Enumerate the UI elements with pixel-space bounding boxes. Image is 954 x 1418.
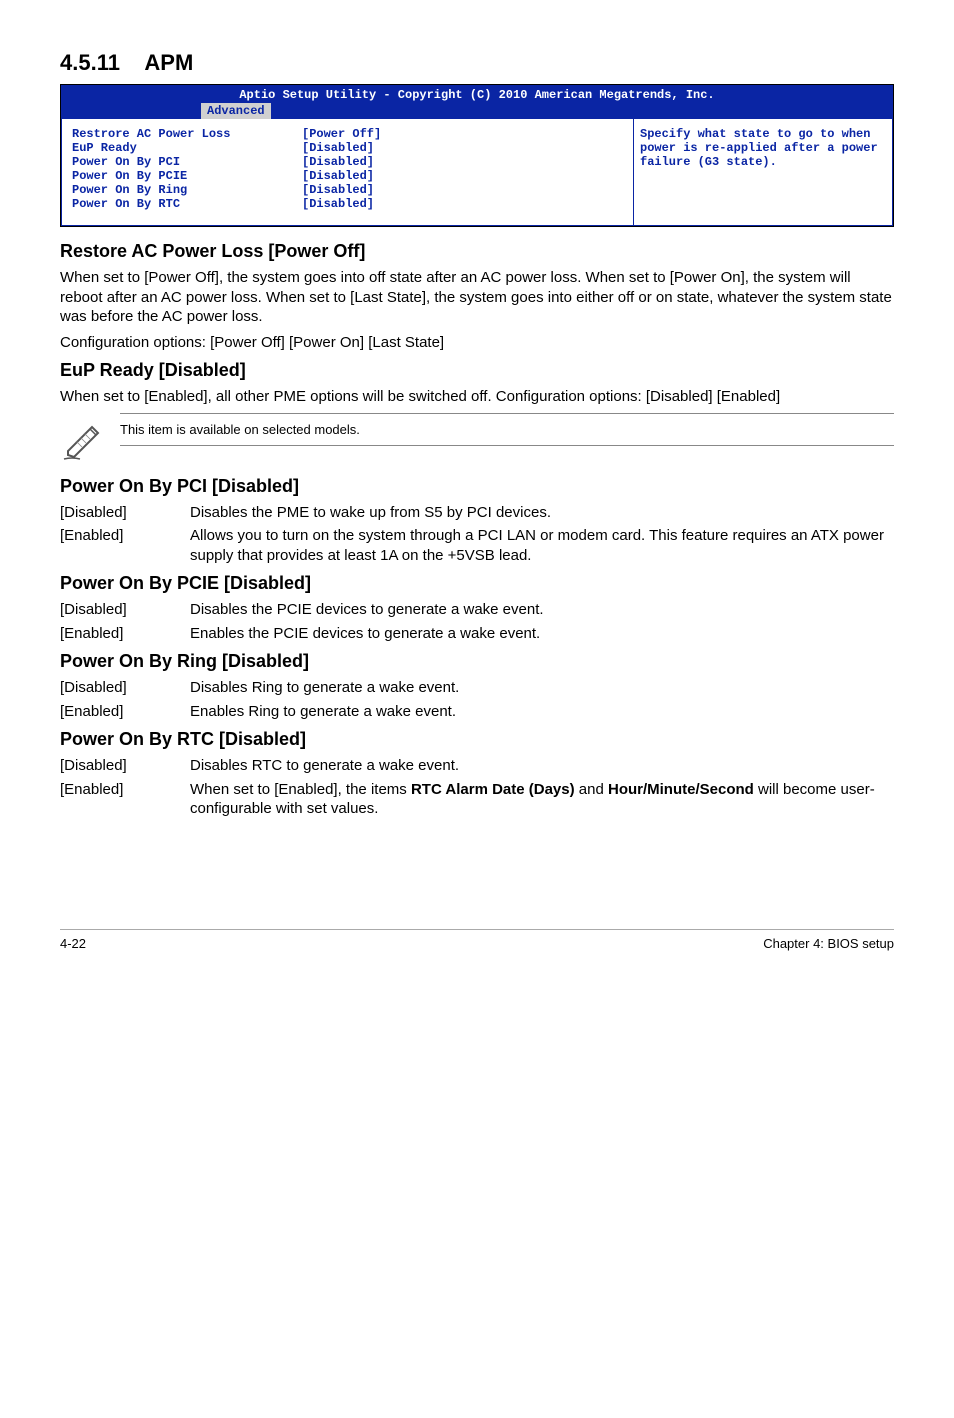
option-row: [Disabled] Disables RTC to generate a wa… bbox=[60, 756, 894, 776]
bios-settings-panel: Restrore AC Power Loss [Power Off] EuP R… bbox=[61, 119, 633, 226]
option-row: [Disabled] Disables the PCIE devices to … bbox=[60, 600, 894, 620]
bios-setting-label: Restrore AC Power Loss bbox=[72, 127, 302, 141]
option-desc: When set to [Enabled], the items RTC Ala… bbox=[190, 780, 894, 819]
section-heading: 4.5.11 APM bbox=[60, 50, 894, 76]
option-row: [Enabled] Enables Ring to generate a wak… bbox=[60, 702, 894, 722]
section-number: 4.5.11 bbox=[60, 50, 120, 75]
bios-screenshot: Aptio Setup Utility - Copyright (C) 2010… bbox=[60, 84, 894, 227]
option-label: [Enabled] bbox=[60, 624, 190, 644]
bios-setting-label: Power On By PCI bbox=[72, 155, 302, 169]
option-desc: Disables RTC to generate a wake event. bbox=[190, 756, 894, 776]
bios-row: Power On By RTC [Disabled] bbox=[72, 197, 623, 211]
restore-config-options: Configuration options: [Power Off] [Powe… bbox=[60, 333, 894, 353]
bios-row: Power On By PCIE [Disabled] bbox=[72, 169, 623, 183]
page-footer: 4-22 Chapter 4: BIOS setup bbox=[60, 929, 894, 951]
note-pencil-icon bbox=[60, 413, 120, 466]
option-label: [Enabled] bbox=[60, 702, 190, 722]
option-desc: Disables Ring to generate a wake event. bbox=[190, 678, 894, 698]
bios-setting-value: [Disabled] bbox=[302, 197, 623, 211]
bios-tab-advanced: Advanced bbox=[201, 103, 271, 119]
bios-tab-row: Advanced bbox=[61, 103, 893, 119]
bios-setting-value: [Disabled] bbox=[302, 169, 623, 183]
section-title: APM bbox=[144, 50, 193, 75]
option-desc: Disables the PCIE devices to generate a … bbox=[190, 600, 894, 620]
rtc-enabled-pre: When set to [Enabled], the items bbox=[190, 781, 411, 798]
option-desc: Enables Ring to generate a wake event. bbox=[190, 702, 894, 722]
bios-row: EuP Ready [Disabled] bbox=[72, 141, 623, 155]
note-block: This item is available on selected model… bbox=[60, 413, 894, 466]
rtc-heading: Power On By RTC [Disabled] bbox=[60, 729, 894, 750]
option-desc: Allows you to turn on the system through… bbox=[190, 526, 894, 565]
bios-setting-label: EuP Ready bbox=[72, 141, 302, 155]
pcie-heading: Power On By PCIE [Disabled] bbox=[60, 573, 894, 594]
bios-setting-value: [Disabled] bbox=[302, 141, 623, 155]
option-row: [Disabled] Disables the PME to wake up f… bbox=[60, 503, 894, 523]
bios-setting-label: Power On By PCIE bbox=[72, 169, 302, 183]
note-text: This item is available on selected model… bbox=[120, 413, 894, 446]
bios-row: Power On By Ring [Disabled] bbox=[72, 183, 623, 197]
bios-header-title: Aptio Setup Utility - Copyright (C) 2010… bbox=[61, 87, 893, 103]
bios-setting-value: [Disabled] bbox=[302, 183, 623, 197]
option-desc: Enables the PCIE devices to generate a w… bbox=[190, 624, 894, 644]
option-desc: Disables the PME to wake up from S5 by P… bbox=[190, 503, 894, 523]
bios-header: Aptio Setup Utility - Copyright (C) 2010… bbox=[61, 85, 893, 119]
option-row: [Enabled] When set to [Enabled], the ite… bbox=[60, 780, 894, 819]
restore-heading: Restore AC Power Loss [Power Off] bbox=[60, 241, 894, 262]
bios-row: Restrore AC Power Loss [Power Off] bbox=[72, 127, 623, 141]
option-label: [Disabled] bbox=[60, 756, 190, 776]
restore-paragraph: When set to [Power Off], the system goes… bbox=[60, 268, 894, 327]
option-label: [Disabled] bbox=[60, 503, 190, 523]
bios-setting-value: [Power Off] bbox=[302, 127, 623, 141]
option-label: [Disabled] bbox=[60, 600, 190, 620]
ring-heading: Power On By Ring [Disabled] bbox=[60, 651, 894, 672]
bios-setting-value: [Disabled] bbox=[302, 155, 623, 169]
bios-body: Restrore AC Power Loss [Power Off] EuP R… bbox=[61, 119, 893, 226]
rtc-bold2: Hour/Minute/Second bbox=[608, 781, 754, 798]
rtc-bold1: RTC Alarm Date (Days) bbox=[411, 781, 575, 798]
option-row: [Enabled] Enables the PCIE devices to ge… bbox=[60, 624, 894, 644]
bios-help-panel: Specify what state to go to when power i… bbox=[633, 119, 893, 226]
option-label: [Enabled] bbox=[60, 526, 190, 565]
eup-paragraph: When set to [Enabled], all other PME opt… bbox=[60, 387, 894, 407]
bios-setting-label: Power On By Ring bbox=[72, 183, 302, 197]
bios-help-text: Specify what state to go to when power i… bbox=[640, 127, 878, 169]
pci-heading: Power On By PCI [Disabled] bbox=[60, 476, 894, 497]
option-label: [Enabled] bbox=[60, 780, 190, 819]
eup-heading: EuP Ready [Disabled] bbox=[60, 360, 894, 381]
bios-row: Power On By PCI [Disabled] bbox=[72, 155, 623, 169]
option-row: [Disabled] Disables Ring to generate a w… bbox=[60, 678, 894, 698]
bios-setting-label: Power On By RTC bbox=[72, 197, 302, 211]
footer-chapter: Chapter 4: BIOS setup bbox=[763, 936, 894, 951]
option-label: [Disabled] bbox=[60, 678, 190, 698]
option-row: [Enabled] Allows you to turn on the syst… bbox=[60, 526, 894, 565]
footer-page-number: 4-22 bbox=[60, 936, 86, 951]
rtc-enabled-mid: and bbox=[575, 781, 608, 798]
